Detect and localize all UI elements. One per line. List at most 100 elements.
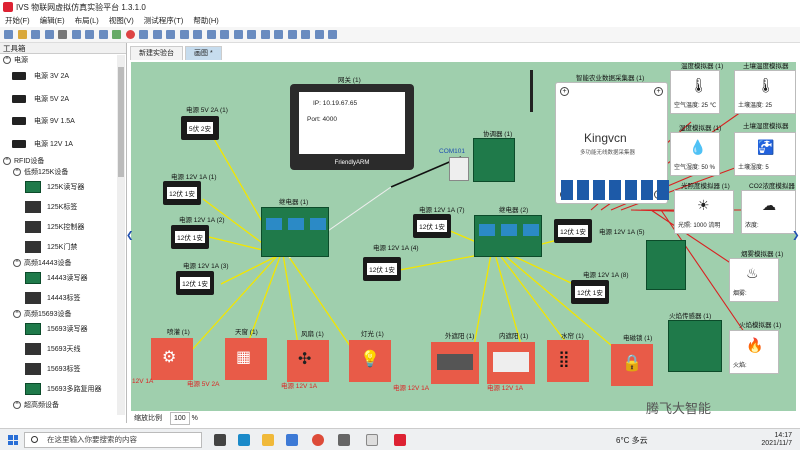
section-uhf[interactable]: ^ 超高频设备	[10, 399, 126, 410]
toolbox-item-125k-tag[interactable]: 125K标签	[10, 197, 126, 217]
align-middle-icon[interactable]	[193, 30, 202, 39]
com-port-device[interactable]	[449, 157, 469, 181]
save-as-icon[interactable]	[44, 30, 54, 39]
align-right-icon[interactable]	[166, 30, 175, 39]
section-hf14443[interactable]: ^ 高频14443设备	[10, 257, 126, 268]
paste-icon[interactable]	[98, 30, 108, 39]
same-width-icon[interactable]	[220, 30, 229, 39]
design-canvas[interactable]: 网关 (1) IP: 10.19.67.65 Port: 4000 Friend…	[131, 62, 796, 411]
align-left-icon[interactable]	[139, 30, 148, 39]
menu-edit[interactable]: 编辑(E)	[35, 15, 70, 26]
sidebar-scrollbar[interactable]	[117, 55, 125, 415]
file-explorer-icon[interactable]	[262, 434, 274, 446]
toolbox-item-125k-access[interactable]: 125K门禁	[10, 237, 126, 257]
fan-actuator[interactable]: ✣	[287, 340, 329, 382]
smoke-simulator[interactable]: ♨ 烟雾:	[729, 258, 779, 302]
zoom-icon[interactable]	[328, 30, 337, 39]
app-icon[interactable]	[366, 434, 378, 446]
co2-simulator[interactable]: ☁ 浓度:	[741, 190, 796, 234]
send-back-icon[interactable]	[301, 30, 310, 39]
mail-icon[interactable]	[286, 434, 298, 446]
outer-shade-actuator[interactable]	[431, 342, 479, 384]
bring-front-icon[interactable]	[287, 30, 297, 39]
section-hf15693[interactable]: ^ 高频15693设备	[10, 308, 126, 319]
psu-12v-7[interactable]: 12伏 1安	[413, 214, 451, 238]
align-center-icon[interactable]	[152, 30, 162, 39]
chevron-right-icon[interactable]: ❯	[792, 230, 800, 241]
menu-start[interactable]: 开始(F)	[0, 15, 35, 26]
print-icon[interactable]	[58, 30, 67, 39]
toolbox-item-14443-tag[interactable]: 14443标签	[10, 288, 126, 308]
coordinator-device[interactable]	[473, 138, 515, 182]
sprinkler-actuator[interactable]: ⚙	[151, 338, 193, 380]
temperature-simulator[interactable]: 🌡 空气温度: 25 ℃	[670, 70, 720, 114]
stop-icon[interactable]	[125, 30, 135, 39]
lock-actuator[interactable]: 🔒	[611, 344, 653, 386]
taskbar-search[interactable]: 在这里输入你要搜索的内容	[24, 432, 202, 448]
toolbox-item-15693-antenna[interactable]: 15693天线	[10, 339, 126, 359]
toolbox-item-15693-reader[interactable]: 15693读写器	[10, 319, 126, 339]
toolbox-item-14443-reader[interactable]: 14443读写器	[10, 268, 126, 288]
section-lf125k[interactable]: ^ 低频125K设备	[10, 166, 126, 177]
relay2-board[interactable]	[474, 215, 542, 257]
scrollbar-thumb[interactable]	[118, 67, 124, 177]
app-icon[interactable]	[338, 434, 350, 446]
sensor-board[interactable]	[646, 240, 686, 290]
new-file-icon[interactable]	[4, 30, 13, 39]
task-view-icon[interactable]	[214, 434, 226, 446]
save-icon[interactable]	[31, 30, 40, 39]
psu-12v-2[interactable]: 12伏 1安	[171, 225, 209, 249]
chevron-left-icon[interactable]: ❮	[126, 230, 134, 241]
psu-12v-3[interactable]: 12伏 1安	[176, 271, 214, 295]
inner-shade-actuator[interactable]	[487, 342, 535, 384]
flame-simulator[interactable]: 🔥 火焰:	[729, 330, 779, 374]
soil-humidity-simulator[interactable]: 🚰 土壤湿度: 5	[734, 132, 796, 176]
weather-widget[interactable]: 6°C 多云	[616, 435, 648, 446]
soil-temperature-simulator[interactable]: 🌡 土壤温度: 25	[734, 70, 796, 114]
menu-test[interactable]: 测试程序(T)	[139, 15, 189, 26]
gateway-device[interactable]: IP: 10.19.67.65 Port: 4000 FriendlyARM	[290, 84, 414, 170]
align-top-icon[interactable]	[179, 30, 189, 39]
skylight-actuator[interactable]: ▦	[225, 338, 267, 380]
same-size-icon[interactable]	[247, 30, 256, 39]
menu-help[interactable]: 帮助(H)	[188, 15, 223, 26]
windows-start-icon[interactable]	[8, 435, 18, 445]
humidity-simulator[interactable]: 💧 空气湿度: 50 %	[670, 132, 720, 176]
edge-icon[interactable]	[238, 434, 250, 446]
align-bottom-icon[interactable]	[206, 30, 216, 39]
section-power[interactable]: ^ 电源	[0, 54, 126, 65]
grid-icon[interactable]	[314, 30, 324, 39]
menu-layout[interactable]: 布局(L)	[70, 15, 104, 26]
toolbox-item-15693-mux[interactable]: 15693多路复用器	[10, 379, 126, 399]
fire-sensor-board[interactable]	[668, 320, 722, 372]
light-simulator[interactable]: ☀ 光照: 1000 流明	[674, 190, 734, 234]
menu-view[interactable]: 视图(V)	[104, 15, 139, 26]
psu-12v-1[interactable]: 12伏 1安	[163, 181, 201, 205]
copy-icon[interactable]	[85, 30, 94, 39]
cut-icon[interactable]	[71, 30, 81, 39]
toolbox-item-15693-tag[interactable]: 15693标签	[10, 359, 126, 379]
toolbox-item-power-12v[interactable]: 电源 12V 1A	[0, 133, 126, 156]
relay1-board[interactable]	[261, 207, 329, 257]
psu-12v-8[interactable]: 12伏 1安	[571, 280, 609, 304]
v-spacing-icon[interactable]	[274, 30, 283, 39]
psu-12v-4[interactable]: 12伏 1安	[363, 257, 401, 281]
toolbox-item-power-9v[interactable]: 电源 9V 1.5A	[0, 110, 126, 133]
ivs-app-icon[interactable]	[394, 434, 406, 446]
light-actuator[interactable]: 💡	[349, 340, 391, 382]
tab-new-bench[interactable]: 新建实验台	[130, 46, 183, 60]
chrome-icon[interactable]	[312, 434, 324, 446]
toolbox-item-125k-controller[interactable]: 125K控制器	[10, 217, 126, 237]
h-spacing-icon[interactable]	[260, 30, 270, 39]
toolbox-item-125k-reader[interactable]: 125K读写器	[10, 177, 126, 197]
toolbox-item-power-5v[interactable]: 电源 5V 2A	[0, 88, 126, 111]
run-icon[interactable]	[112, 30, 121, 39]
section-rfid[interactable]: ^ RFID设备	[0, 155, 126, 166]
water-curtain-actuator[interactable]: ⣿	[547, 340, 589, 382]
psu-12v-5[interactable]: 12伏 1安	[554, 219, 592, 243]
clock[interactable]: 14:17 2021/11/7	[761, 432, 792, 448]
open-folder-icon[interactable]	[17, 30, 27, 39]
same-height-icon[interactable]	[233, 30, 243, 39]
psu-5v-2a[interactable]: 5伏 2安	[181, 116, 219, 140]
zoom-select[interactable]: 100	[169, 412, 190, 425]
